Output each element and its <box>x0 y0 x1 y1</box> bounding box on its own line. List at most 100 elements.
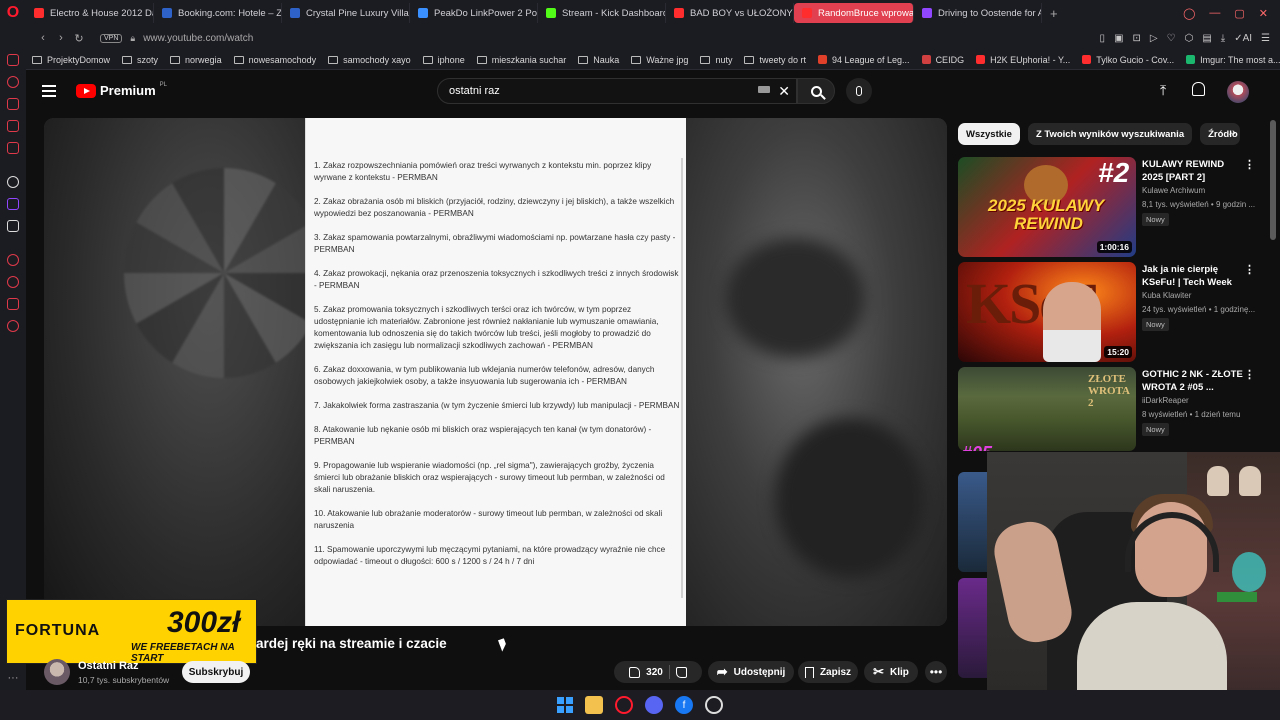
thumbs-down-icon[interactable] <box>675 666 687 678</box>
maximize-icon[interactable]: ▢ <box>1234 7 1244 20</box>
bookmark-link[interactable]: 94 League of Leg... <box>812 55 916 65</box>
video-thumbnail[interactable]: #2 2025 KULAWY REWIND 1:00:16 <box>958 157 1136 257</box>
tab-8[interactable]: Driving to Oostende for Av <box>914 3 1042 23</box>
chevron-right-icon[interactable]: › <box>1232 127 1236 139</box>
search-button[interactable] <box>797 78 835 104</box>
recommended-video[interactable]: #2 2025 KULAWY REWIND 1:00:16 KULAWY REWI… <box>958 157 1268 257</box>
recommended-video-channel[interactable]: Kulawe Archiwum <box>1142 186 1205 195</box>
opera-taskbar-icon[interactable] <box>615 696 633 714</box>
sidebar-history-icon[interactable] <box>7 76 19 88</box>
tab-active[interactable]: RandomBruce wprowadza <box>794 3 914 23</box>
lock-icon[interactable]: 🔒︎ <box>130 33 135 44</box>
channel-name[interactable]: Ostatni Raz <box>78 660 139 672</box>
video-thumbnail-partial[interactable] <box>958 472 988 572</box>
sidebar-chatgpt-icon[interactable] <box>7 176 19 188</box>
kebab-menu-icon[interactable]: ⋮ <box>1244 368 1255 381</box>
keyboard-icon[interactable] <box>758 86 770 93</box>
upload-icon[interactable]: ⤒ <box>1160 82 1166 99</box>
tab-3[interactable]: Crystal Pine Luxury Villas <box>282 3 410 23</box>
voice-search-button[interactable] <box>846 78 872 104</box>
tab-4[interactable]: PeakDo LinkPower 2 Pow <box>410 3 538 23</box>
discord-icon[interactable] <box>645 696 663 714</box>
sidebar-more-icon[interactable]: ··· <box>8 672 19 684</box>
bookmark-link[interactable]: CEIDG <box>916 55 971 65</box>
recommended-video-title[interactable]: GOTHIC 2 NK - ZŁOTE WROTA 2 #05 ... <box>1142 368 1244 394</box>
sidebar-player-icon[interactable] <box>7 254 19 266</box>
ai-button[interactable]: ✓AI <box>1234 33 1252 44</box>
tab-2[interactable]: Booking.com: Hotele – Za <box>154 3 282 23</box>
hamburger-menu-icon[interactable] <box>42 85 56 97</box>
clip-button[interactable]: ✂ Klip <box>864 661 918 683</box>
search-input[interactable]: ostatni raz ✕ <box>437 78 797 104</box>
bookmark-folder[interactable]: iphone <box>417 55 471 65</box>
tab-6[interactable]: BAD BOY vs UŁOŻONY Ch <box>666 3 794 23</box>
pip-icon[interactable]: ⊡ <box>1133 33 1141 44</box>
bookmark-folder[interactable]: Nauka <box>572 55 625 65</box>
bookmark-folder[interactable]: nuty <box>694 55 738 65</box>
bookmark-link[interactable]: Imgur: The most a... <box>1180 55 1280 65</box>
page-scrollbar[interactable] <box>1270 120 1276 240</box>
play-icon[interactable]: ▷ <box>1150 33 1158 44</box>
sidebar-extensions-icon[interactable] <box>7 298 19 310</box>
sidebar-x-icon[interactable] <box>7 220 19 232</box>
windows-start-icon[interactable] <box>557 697 573 713</box>
new-tab-button[interactable]: + <box>1042 6 1066 21</box>
kebab-menu-icon[interactable]: ⋮ <box>1244 263 1255 276</box>
tab-5[interactable]: Stream - Kick Dashboard <box>538 3 666 23</box>
sidebar-clock-icon[interactable] <box>7 276 19 288</box>
snapshot-icon[interactable]: ▣ <box>1114 33 1123 44</box>
clear-search-icon[interactable]: ✕ <box>778 83 790 100</box>
sidebar-settings-icon[interactable] <box>7 320 19 332</box>
youtube-logo[interactable]: Premium PL <box>76 82 167 98</box>
obs-icon[interactable] <box>705 696 723 714</box>
video-thumbnail[interactable]: KSeF 15:20 <box>958 262 1136 362</box>
bookmark-folder[interactable]: tweety do rt <box>738 55 812 65</box>
sidebar-m-icon[interactable] <box>7 142 19 154</box>
bookmark-folder[interactable]: mieszkania suchar <box>471 55 573 65</box>
share-button[interactable]: ➦ Udostępnij <box>708 661 794 683</box>
heart-icon[interactable]: ♡ <box>1167 33 1176 44</box>
sidebar-twitch-icon[interactable] <box>7 198 19 210</box>
bookmark-folder[interactable]: Ważne jpg <box>625 55 694 65</box>
extensions-icon[interactable]: ⬡ <box>1185 33 1194 44</box>
back-icon[interactable]: ‹ <box>34 32 52 44</box>
sidebar-bag-icon[interactable] <box>7 98 19 110</box>
bookmark-icon[interactable]: ▯ <box>1100 33 1106 44</box>
recommended-video[interactable]: ZŁOTE WROTA 2 #05 GOTHIC 2 NK - ZŁOTE WR… <box>958 367 1268 463</box>
close-icon[interactable]: ✕ <box>1259 7 1268 20</box>
save-button[interactable]: Zapisz <box>798 661 858 683</box>
recommended-video-title[interactable]: Jak ja nie cierpię KSeFu! | Tech Week <box>1142 263 1244 289</box>
bookmark-folder[interactable]: nowesamochody <box>228 55 323 65</box>
bookmark-folder[interactable]: samochody xayo <box>322 55 417 65</box>
sidebar-wallet-icon[interactable] <box>7 54 19 66</box>
video-thumbnail[interactable]: ZŁOTE WROTA 2 #05 <box>958 367 1136 451</box>
reload-icon[interactable]: ↻ <box>70 32 88 45</box>
bookmark-link[interactable]: Tylko Gucio - Cov... <box>1076 55 1180 65</box>
bookmark-folder[interactable]: szoty <box>116 55 164 65</box>
file-explorer-icon[interactable] <box>585 696 603 714</box>
bookmark-link[interactable]: H2K EUphoria! - Y... <box>970 55 1076 65</box>
recommended-video-channel[interactable]: Kuba Klawiter <box>1142 291 1191 300</box>
bookmark-folder[interactable]: norwegia <box>164 55 228 65</box>
video-thumbnail-partial[interactable] <box>958 578 988 678</box>
sidebar-mail-icon[interactable] <box>7 120 19 132</box>
vpn-badge[interactable]: VPN <box>100 33 123 43</box>
like-button[interactable]: 320 <box>629 666 663 678</box>
tab-1[interactable]: Electro & House 2012 Dan <box>26 3 154 23</box>
more-actions-button[interactable]: ••• <box>925 661 947 683</box>
chip-from-search[interactable]: Z Twoich wyników wyszukiwania <box>1027 123 1193 145</box>
facebook-icon[interactable]: f <box>675 696 693 714</box>
recommended-video-channel[interactable]: iiDarkReaper <box>1142 396 1189 405</box>
opera-logo-icon[interactable]: O <box>0 0 26 26</box>
account-avatar[interactable] <box>1227 81 1249 103</box>
url-field[interactable]: www.youtube.com/watch <box>143 33 253 44</box>
recommended-video[interactable]: KSeF 15:20 Jak ja nie cierpię KSeFu! | T… <box>958 262 1268 362</box>
subscribe-button[interactable]: Subskrybuj <box>182 661 250 683</box>
chip-all[interactable]: Wszystkie <box>958 123 1020 145</box>
bookmark-folder[interactable]: ProjektyDomow <box>26 55 116 65</box>
channel-avatar[interactable] <box>44 659 70 685</box>
video-player[interactable]: 1. Zakaz rozpowszechniania pomówień oraz… <box>44 118 947 626</box>
snapshot-tools-icon[interactable]: ▤ <box>1202 33 1211 44</box>
kebab-menu-icon[interactable]: ⋮ <box>1244 158 1255 171</box>
search-tabs-icon[interactable]: ◯ <box>1183 7 1195 20</box>
